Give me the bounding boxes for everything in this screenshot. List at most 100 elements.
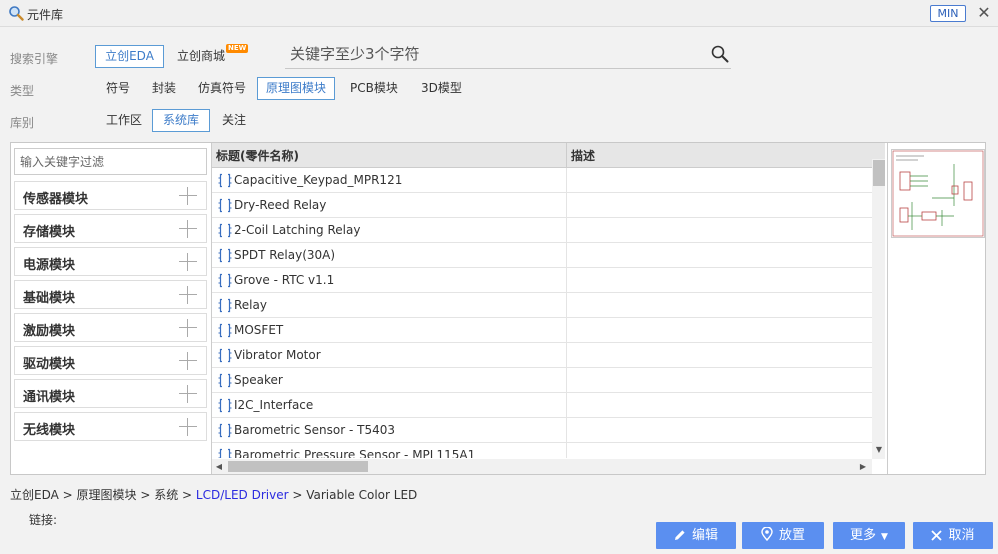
module-icon <box>218 248 232 263</box>
table-row[interactable]: Vibrator Motor <box>212 343 872 368</box>
column-divider[interactable] <box>566 143 567 168</box>
schematic-thumbnail[interactable] <box>891 149 985 238</box>
category-wireless[interactable]: 无线模块 <box>14 412 207 441</box>
category-communication[interactable]: 通讯模块 <box>14 379 207 408</box>
plus-icon[interactable] <box>179 253 197 271</box>
table-row[interactable]: Speaker <box>212 368 872 393</box>
vertical-scrollbar[interactable]: ▼ <box>872 159 885 459</box>
breadcrumb-current: Variable Color LED <box>306 488 418 502</box>
type-sim-symbol-tab[interactable]: 仿真符号 <box>189 77 255 100</box>
plus-icon[interactable] <box>179 286 197 304</box>
scroll-right-arrow-icon[interactable]: ▶ <box>856 459 870 474</box>
plus-icon[interactable] <box>179 418 197 436</box>
category-basic[interactable]: 基础模块 <box>14 280 207 309</box>
table-row[interactable]: MOSFET <box>212 318 872 343</box>
breadcrumb: 立创EDA > 原理图模块 > 系统 > LCD/LED Driver > Va… <box>10 486 417 503</box>
row-title: Capacitive_Keypad_MPR121 <box>234 173 403 187</box>
row-title: Dry-Reed Relay <box>234 198 327 212</box>
cell-divider <box>566 293 567 318</box>
search-icon[interactable] <box>711 45 729 63</box>
row-title: SPDT Relay(30A) <box>234 248 336 262</box>
table-row[interactable]: Relay <box>212 293 872 318</box>
library-panel: 传感器模块 存储模块 电源模块 基础模块 激励模块 驱动模块 通讯模块 无线模块… <box>10 142 986 475</box>
row-title: Relay <box>234 298 267 312</box>
column-header-title[interactable]: 标题(零件名称) <box>216 147 299 164</box>
table-row[interactable]: Capacitive_Keypad_MPR121 <box>212 168 872 193</box>
breadcrumb-library[interactable]: 系统 <box>154 488 178 502</box>
module-icon <box>218 423 232 438</box>
cancel-button[interactable]: 取消 <box>913 522 993 549</box>
library-workspace-tab[interactable]: 工作区 <box>97 109 151 132</box>
edit-button[interactable]: 编辑 <box>656 522 736 549</box>
table-row[interactable]: SPDT Relay(30A) <box>212 243 872 268</box>
type-pcb-module-tab[interactable]: PCB模块 <box>341 77 407 100</box>
category-label: 基础模块 <box>23 291 76 306</box>
type-3d-model-tab[interactable]: 3D模型 <box>412 77 471 100</box>
cell-divider <box>566 418 567 443</box>
category-sensor[interactable]: 传感器模块 <box>14 181 207 210</box>
scroll-down-arrow-icon[interactable]: ▼ <box>872 443 885 457</box>
horizontal-scroll-thumb[interactable] <box>228 461 368 472</box>
cell-divider <box>566 343 567 368</box>
breadcrumb-category-link[interactable]: LCD/LED Driver <box>196 488 289 502</box>
breadcrumb-root[interactable]: 立创EDA <box>10 488 59 502</box>
module-icon <box>218 198 232 213</box>
search-engine-label: 搜索引擎 <box>10 52 59 66</box>
search-input[interactable] <box>285 40 705 68</box>
place-button[interactable]: 放置 <box>742 522 824 549</box>
close-icon <box>931 530 943 541</box>
plus-icon[interactable] <box>179 352 197 370</box>
category-power[interactable]: 电源模块 <box>14 247 207 276</box>
more-button[interactable]: 更多 ▼ <box>833 522 905 549</box>
engine-lceda-button[interactable]: 立创EDA <box>95 45 164 68</box>
breadcrumb-type[interactable]: 原理图模块 <box>77 488 137 502</box>
module-icon <box>218 273 232 288</box>
category-label: 电源模块 <box>23 258 76 273</box>
module-icon <box>218 323 232 338</box>
module-icon <box>218 448 232 458</box>
cell-divider <box>566 168 567 193</box>
preview-pane <box>887 143 985 474</box>
plus-icon[interactable] <box>179 319 197 337</box>
library-follow-tab[interactable]: 关注 <box>213 109 255 132</box>
table-row[interactable]: Grove - RTC v1.1 <box>212 268 872 293</box>
category-storage[interactable]: 存储模块 <box>14 214 207 243</box>
row-title: Vibrator Motor <box>234 348 321 362</box>
close-icon[interactable]: ✕ <box>976 4 992 22</box>
type-symbol-tab[interactable]: 符号 <box>97 77 139 100</box>
category-label: 驱动模块 <box>23 357 76 372</box>
cell-divider <box>566 243 567 268</box>
caret-down-icon: ▼ <box>881 532 888 542</box>
engine-szlcsc-button[interactable]: 立创商城 <box>168 45 234 68</box>
table-row[interactable]: Dry-Reed Relay <box>212 193 872 218</box>
module-icon <box>218 223 232 238</box>
plus-icon[interactable] <box>179 187 197 205</box>
location-pin-icon <box>761 526 773 542</box>
scroll-left-arrow-icon[interactable]: ◀ <box>212 459 226 474</box>
type-label: 类型 <box>10 84 35 98</box>
category-stimulus[interactable]: 激励模块 <box>14 313 207 342</box>
table-row[interactable]: Barometric Pressure Sensor - MPL115A1 <box>212 443 872 458</box>
library-system-tab[interactable]: 系统库 <box>152 109 210 132</box>
column-header-description[interactable]: 描述 <box>571 147 595 164</box>
type-footprint-tab[interactable]: 封装 <box>143 77 185 100</box>
table-row[interactable]: Barometric Sensor - T5403 <box>212 418 872 443</box>
table-row[interactable]: I2C_Interface <box>212 393 872 418</box>
library-label: 库别 <box>10 116 35 130</box>
minimize-button[interactable]: MIN <box>930 5 966 22</box>
plus-icon[interactable] <box>179 385 197 403</box>
cell-divider <box>566 368 567 393</box>
category-label: 激励模块 <box>23 324 76 339</box>
table-body: Capacitive_Keypad_MPR121 Dry-Reed Relay … <box>212 168 872 458</box>
search-box <box>285 40 731 69</box>
type-schematic-module-tab[interactable]: 原理图模块 <box>257 77 336 100</box>
category-driver[interactable]: 驱动模块 <box>14 346 207 375</box>
vertical-scroll-thumb[interactable] <box>873 160 885 186</box>
plus-icon[interactable] <box>179 220 197 238</box>
filter-input[interactable] <box>14 148 207 175</box>
row-title: I2C_Interface <box>234 398 314 412</box>
table-row[interactable]: 2-Coil Latching Relay <box>212 218 872 243</box>
cell-divider <box>566 318 567 343</box>
horizontal-scrollbar[interactable]: ◀ ▶ <box>212 459 872 474</box>
category-label: 存储模块 <box>23 225 76 240</box>
